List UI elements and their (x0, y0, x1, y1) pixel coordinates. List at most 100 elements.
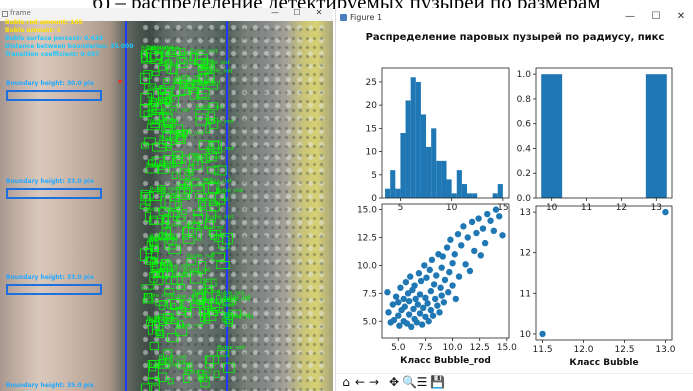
y-tick-label: 7.5 (363, 289, 377, 299)
scatter-point (416, 310, 424, 317)
detection-box (148, 366, 159, 379)
maximize-button[interactable]: ☐ (644, 11, 668, 22)
scatter-point (496, 213, 503, 220)
detection-label: Buble_rod (217, 345, 244, 351)
subplot-4: 11.5 12.0 12.5 13.0 10 11 12 13 Класс Bubble (520, 205, 676, 368)
close-button[interactable]: ✕ (669, 11, 693, 22)
matplotlib-toolbar: ⌂ ← → ✥ 🔍 ☰ 💾 (336, 373, 693, 391)
configure-icon[interactable]: ☰ (416, 375, 428, 390)
detection-box (141, 192, 154, 200)
detection-box (213, 370, 220, 379)
detection-label: Buble_rod (177, 182, 204, 188)
scatter-point (433, 272, 440, 279)
detection-box (152, 70, 160, 76)
scatter-point (416, 291, 424, 298)
histogram-bar (441, 160, 447, 198)
detection-box (155, 300, 167, 306)
forward-arrow-icon[interactable]: → (368, 375, 380, 390)
detection-label: Buble_rod (193, 155, 220, 161)
scatter-point (436, 309, 443, 316)
detection-label: Buble_rod (150, 267, 177, 273)
histogram-bar (472, 193, 478, 198)
detection-box (171, 171, 178, 179)
home-icon[interactable]: ⌂ (340, 375, 352, 390)
detection-label: Buble_rod (190, 48, 217, 54)
zoom-icon[interactable]: 🔍 (402, 375, 417, 390)
histogram-bar (420, 114, 427, 198)
figure-titlebar: Figure 1 — ☐ ✕ (336, 8, 693, 28)
detection-box (167, 378, 174, 385)
pan-icon[interactable]: ✥ (388, 375, 400, 390)
detection-overlay: Buble_rodBuble_rodBuble_rodBuble_rodBubl… (139, 45, 254, 391)
scatter-point (499, 232, 506, 239)
detection-box (173, 210, 179, 221)
figure-canvas[interactable]: 5 10 15 0 5 10 15 20 25 10 11 12 13 0.0 0.2 0.4 0.6 0.8 1.… (336, 28, 693, 373)
y-tick-label: 13 (520, 208, 531, 218)
scatter-point (449, 259, 456, 267)
detection-box (175, 327, 188, 337)
histogram-bar (456, 170, 462, 198)
scatter-point (415, 270, 423, 277)
detection-label: Buble_rod (159, 135, 186, 141)
scatter-point (405, 311, 413, 318)
scatter-point (458, 242, 465, 249)
scatter-point (460, 223, 467, 230)
detection-box (141, 142, 149, 149)
scatter-point (481, 239, 489, 247)
x-tick-label: 5.0 (391, 343, 406, 353)
detection-box (206, 355, 219, 364)
scatter-point (454, 230, 462, 238)
detection-label: Buble_rod (205, 69, 232, 75)
back-arrow-icon[interactable]: ← (354, 375, 366, 390)
detection-label: Buble_rod (145, 207, 172, 213)
subplot-3: 5.0 7.5 10.0 12.5 15.0 5.0 7.5 10.0 12.5 15.0 Клас… (357, 203, 517, 366)
save-icon[interactable]: 💾 (430, 375, 445, 390)
x-tick-label: 10 (446, 203, 458, 213)
scatter-point (473, 229, 480, 237)
y-tick-label: 10 (366, 148, 378, 158)
scatter-point (539, 330, 546, 338)
histogram-bar (541, 74, 563, 198)
scatter-point (464, 234, 471, 241)
detection-label: Buble_rod (206, 215, 233, 221)
scatter-point (417, 277, 425, 285)
detection-box (147, 378, 161, 384)
scatter-point (407, 273, 414, 280)
scatter-point (447, 236, 454, 243)
scatter-point (418, 321, 426, 328)
scatter-point (487, 217, 494, 224)
scatter-point (431, 295, 439, 303)
scatter-point (438, 264, 445, 271)
detection-box (143, 70, 152, 79)
x-tick-label: 10 (546, 203, 558, 213)
y-tick-label: 0.2 (517, 169, 531, 179)
scatter-point (484, 210, 491, 218)
y-tick-label: 20 (366, 101, 378, 111)
detection-label: Buble_rod (185, 177, 212, 183)
detection-box (167, 333, 179, 343)
scatter-point (397, 284, 404, 291)
detection-box (141, 284, 155, 290)
scatter-point (438, 292, 445, 299)
histogram-bar (436, 160, 442, 198)
histogram-bar (645, 74, 667, 198)
scatter-point (492, 206, 500, 213)
y-tick-label: 0 (371, 194, 377, 204)
y-tick-label: 0.0 (517, 194, 532, 204)
scatter-point (385, 309, 392, 316)
figure-window: Figure 1 — ☐ ✕ Распределение паровых пуз… (335, 8, 693, 391)
detection-label: Buble_rod (163, 128, 190, 134)
detection-label: Buble_rod (206, 119, 233, 125)
detection-label: Buble_rod (176, 323, 203, 329)
scatter-point (434, 302, 441, 309)
scatter-point (427, 287, 435, 295)
scatter-point (468, 218, 476, 226)
y-tick-label: 0.8 (517, 95, 532, 105)
scatter-point (402, 278, 410, 286)
detection-label: Buble_rod (143, 293, 170, 299)
detection-box (141, 383, 151, 391)
histogram-bar (390, 170, 396, 198)
x-tick-label: 12.5 (614, 345, 634, 355)
minimize-button[interactable]: — (618, 11, 642, 22)
detection-box (207, 166, 219, 174)
